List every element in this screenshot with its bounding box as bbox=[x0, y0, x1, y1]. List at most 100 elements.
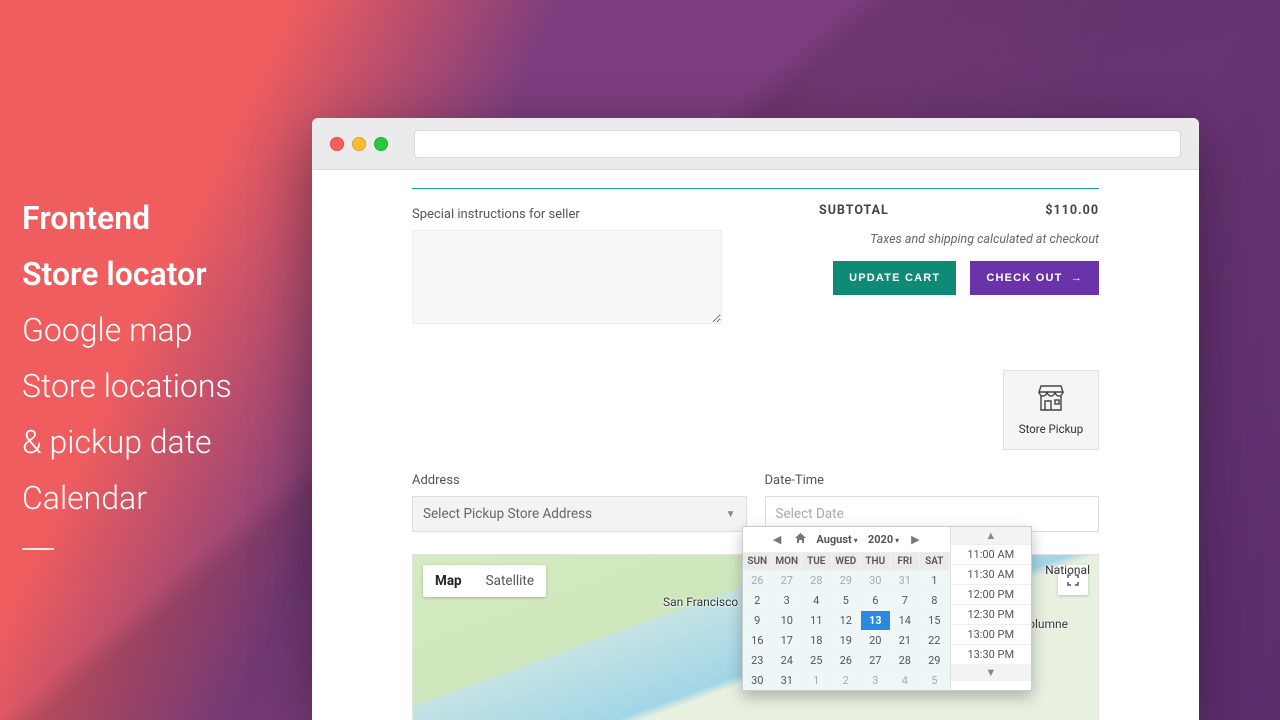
checkout-label: CHECK OUT bbox=[986, 272, 1062, 284]
time-option[interactable]: 11:30 AM bbox=[951, 564, 1031, 584]
map-type-toggle: Map Satellite bbox=[423, 565, 546, 597]
time-option[interactable]: 13:00 PM bbox=[951, 624, 1031, 644]
calendar-day[interactable]: 29 bbox=[920, 650, 950, 670]
calendar-day[interactable]: 31 bbox=[891, 570, 921, 590]
dp-month[interactable]: August bbox=[816, 533, 851, 546]
prev-month-button[interactable]: ◀ bbox=[769, 531, 785, 548]
minimize-icon[interactable] bbox=[352, 137, 366, 151]
calendar-day[interactable]: 14 bbox=[891, 610, 921, 630]
store-pickup-button[interactable]: Store Pickup bbox=[1003, 370, 1099, 450]
datetime-label: Date-Time bbox=[765, 473, 1100, 488]
day-name: TUE bbox=[802, 553, 832, 570]
instructions-textarea[interactable] bbox=[412, 230, 722, 324]
calendar-day[interactable]: 27 bbox=[861, 650, 891, 670]
time-scroll-down[interactable]: ▼ bbox=[951, 664, 1031, 681]
calendar-grid: SUNMONTUEWEDTHUFRISAT2627282930311234567… bbox=[743, 553, 950, 690]
divider bbox=[22, 548, 54, 550]
dp-year[interactable]: 2020 bbox=[868, 533, 893, 546]
calendar-day[interactable]: 30 bbox=[861, 570, 891, 590]
calendar-day[interactable]: 28 bbox=[891, 650, 921, 670]
calendar-day[interactable]: 20 bbox=[861, 630, 891, 650]
calendar-day[interactable]: 2 bbox=[743, 590, 773, 610]
calendar-day[interactable]: 5 bbox=[832, 590, 862, 610]
day-name: FRI bbox=[891, 553, 921, 570]
calendar-day[interactable]: 5 bbox=[920, 670, 950, 690]
calendar-day[interactable]: 26 bbox=[743, 570, 773, 590]
calendar-day[interactable]: 11 bbox=[802, 610, 832, 630]
day-name: WED bbox=[832, 553, 862, 570]
maximize-icon[interactable] bbox=[374, 137, 388, 151]
chevron-down-icon: ▾ bbox=[854, 536, 858, 545]
address-select[interactable]: Select Pickup Store Address ▼ bbox=[412, 496, 747, 532]
calendar-day[interactable]: 8 bbox=[920, 590, 950, 610]
page-content: Special instructions for seller SUBTOTAL… bbox=[312, 170, 1199, 720]
promo-line-3: & pickup date bbox=[22, 414, 232, 470]
taxes-note: Taxes and shipping calculated at checkou… bbox=[819, 232, 1099, 247]
calendar-day[interactable]: 30 bbox=[743, 670, 773, 690]
time-list: ▲ 11:00 AM11:30 AM12:00 PM12:30 PM13:00 … bbox=[950, 527, 1031, 690]
chevron-down-icon: ▼ bbox=[726, 509, 736, 520]
store-icon bbox=[1035, 384, 1067, 416]
calendar-day[interactable]: 21 bbox=[891, 630, 921, 650]
arrow-right-icon: → bbox=[1071, 272, 1083, 284]
promo-line-4: Calendar bbox=[22, 470, 232, 526]
chevron-down-icon: ▾ bbox=[895, 536, 899, 545]
calendar-day[interactable]: 31 bbox=[773, 670, 803, 690]
datepicker: ◀ August▾ 2020▾ ▶ SUNMONTUEWEDTHUFRISAT2… bbox=[742, 526, 1032, 691]
calendar-day[interactable]: 1 bbox=[920, 570, 950, 590]
calendar-day[interactable]: 23 bbox=[743, 650, 773, 670]
calendar-day[interactable]: 13 bbox=[861, 610, 891, 630]
calendar-day[interactable]: 4 bbox=[802, 590, 832, 610]
date-input-placeholder: Select Date bbox=[776, 506, 844, 522]
time-option[interactable]: 11:00 AM bbox=[951, 544, 1031, 564]
promo-line-1: Google map bbox=[22, 302, 232, 358]
time-option[interactable]: 12:30 PM bbox=[951, 604, 1031, 624]
calendar-day[interactable]: 10 bbox=[773, 610, 803, 630]
map-type-satellite[interactable]: Satellite bbox=[474, 565, 546, 597]
map-type-map[interactable]: Map bbox=[423, 565, 474, 597]
calendar-day[interactable]: 15 bbox=[920, 610, 950, 630]
home-icon[interactable] bbox=[791, 531, 810, 548]
subtotal-label: SUBTOTAL bbox=[819, 203, 889, 218]
address-label: Address bbox=[412, 473, 747, 488]
day-name: SUN bbox=[743, 553, 773, 570]
calendar-day[interactable]: 4 bbox=[891, 670, 921, 690]
subtotal-value: $110.00 bbox=[1045, 203, 1099, 218]
calendar-day[interactable]: 16 bbox=[743, 630, 773, 650]
calendar-day[interactable]: 25 bbox=[802, 650, 832, 670]
calendar-day[interactable]: 24 bbox=[773, 650, 803, 670]
city-sf: San Francisco bbox=[663, 595, 738, 609]
city-national: National bbox=[1045, 563, 1090, 577]
address-select-placeholder: Select Pickup Store Address bbox=[423, 506, 592, 522]
checkout-button[interactable]: CHECK OUT → bbox=[970, 261, 1099, 295]
close-icon[interactable] bbox=[330, 137, 344, 151]
section-rule bbox=[412, 188, 1099, 189]
calendar-day[interactable]: 12 bbox=[832, 610, 862, 630]
time-option[interactable]: 12:00 PM bbox=[951, 584, 1031, 604]
calendar-day[interactable]: 28 bbox=[802, 570, 832, 590]
calendar-day[interactable]: 27 bbox=[773, 570, 803, 590]
address-bar[interactable] bbox=[414, 130, 1181, 158]
store-pickup-label: Store Pickup bbox=[1019, 422, 1083, 436]
instructions-label: Special instructions for seller bbox=[412, 207, 580, 222]
calendar-day[interactable]: 2 bbox=[832, 670, 862, 690]
day-name: THU bbox=[861, 553, 891, 570]
calendar-day[interactable]: 17 bbox=[773, 630, 803, 650]
calendar-day[interactable]: 26 bbox=[832, 650, 862, 670]
calendar-day[interactable]: 3 bbox=[773, 590, 803, 610]
time-option[interactable]: 13:30 PM bbox=[951, 644, 1031, 664]
update-cart-button[interactable]: UPDATE CART bbox=[833, 261, 956, 295]
next-month-button[interactable]: ▶ bbox=[907, 531, 923, 548]
calendar-day[interactable]: 3 bbox=[861, 670, 891, 690]
calendar-day[interactable]: 9 bbox=[743, 610, 773, 630]
time-scroll-up[interactable]: ▲ bbox=[951, 527, 1031, 544]
calendar-day[interactable]: 7 bbox=[891, 590, 921, 610]
calendar-day[interactable]: 29 bbox=[832, 570, 862, 590]
calendar-day[interactable]: 22 bbox=[920, 630, 950, 650]
calendar-day[interactable]: 19 bbox=[832, 630, 862, 650]
calendar-day[interactable]: 6 bbox=[861, 590, 891, 610]
calendar-day[interactable]: 1 bbox=[802, 670, 832, 690]
browser-window: Special instructions for seller SUBTOTAL… bbox=[312, 118, 1199, 720]
day-name: SAT bbox=[920, 553, 950, 570]
calendar-day[interactable]: 18 bbox=[802, 630, 832, 650]
